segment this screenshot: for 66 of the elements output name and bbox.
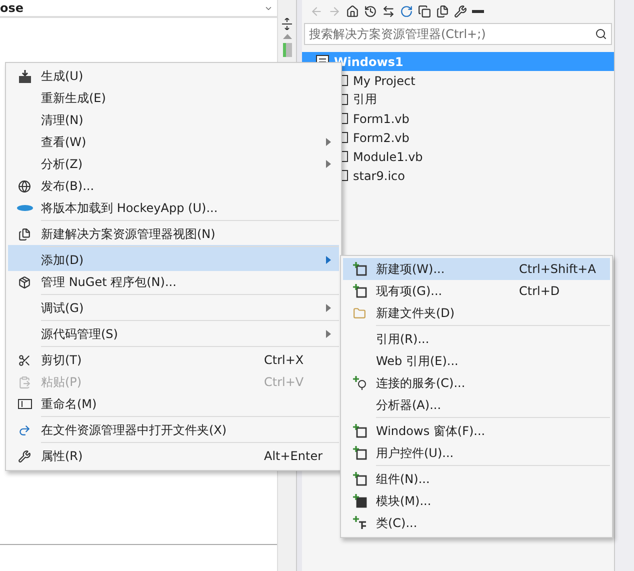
submenu-item[interactable]: 新建文件夹(D) [343,302,610,324]
home-icon [346,4,359,18]
wrench-icon [454,4,467,18]
menu-item[interactable]: 在文件资源管理器中打开文件夹(X) [8,415,339,441]
menu-item[interactable]: 添加(D) [8,245,339,271]
back-icon [310,4,323,18]
submenu-item[interactable]: 用户控件(U)... [343,442,610,464]
submenu-arrow-icon [326,160,331,168]
menu-item[interactable]: 调试(G) [8,293,339,319]
menu-item[interactable]: 将版本加载到 HockeyApp (U)... [8,197,339,219]
submenu-item[interactable]: 现有项(G)... Ctrl+D [343,280,610,302]
service-icon [352,376,366,390]
collapse-icon [418,4,431,18]
menu-item[interactable]: 管理 NuGet 程序包(N)... [8,271,339,293]
menu-item[interactable]: 新建解决方案资源管理器视图(N) [8,219,339,245]
submenu-item[interactable]: Web 引用(E)... [343,350,610,372]
folder-icon [353,306,366,320]
scroll-thumb-icon [282,43,292,57]
globe-icon [18,180,31,192]
submenu-item[interactable]: 类(C)... [343,512,610,534]
scroll-up-icon [282,34,292,39]
module-icon [352,494,366,508]
submenu-arrow-icon [326,256,331,264]
component-icon [352,472,366,486]
form-icon [352,424,366,438]
menu-item[interactable]: 查看(W) [8,131,339,153]
package-icon [18,276,31,288]
menu-item[interactable]: 重新生成(E) [8,87,339,109]
menu-item[interactable]: 属性(R) Alt+Enter [8,441,339,467]
menu-item[interactable]: 分析(Z) [8,153,339,175]
class-icon [352,516,366,530]
build-icon [18,70,32,82]
submenu-item[interactable]: 新建项(W)... Ctrl+Shift+A [343,258,610,280]
submenu-arrow-icon [326,304,331,312]
window-icon [18,228,31,240]
menu-item[interactable]: 清理(N) [8,109,339,131]
add-item-icon [352,284,366,298]
submenu-item[interactable]: 模块(M)... [343,490,610,512]
submenu-item[interactable]: 分析器(A)... [343,394,610,416]
menu-item[interactable]: 发布(B)... [8,175,339,197]
wrench-icon [18,450,31,462]
submenu-item[interactable]: 引用(R)... [343,324,610,350]
submenu-arrow-icon [326,138,331,146]
rename-icon [18,399,32,409]
scissors-icon [18,354,31,366]
search-field[interactable]: 搜索解决方案资源管理器(Ctrl+;) [304,23,612,45]
new-item-icon [352,262,366,276]
menu-item[interactable]: 重命名(M) [8,393,339,415]
control-icon [352,446,366,460]
submenu-item[interactable]: 连接的服务(C)... [343,372,610,394]
refresh-icon [400,4,413,18]
paste-icon [18,376,31,388]
submenu-item[interactable]: Windows 窗体(F)... [343,416,610,442]
sync-icon [382,4,395,18]
forward-icon [328,4,341,18]
history-icon [364,4,377,18]
submenu-item[interactable]: 组件(N)... [343,464,610,490]
disc-icon [16,205,32,211]
menu-item[interactable]: 源代码管理(S) [8,319,339,345]
redo-icon [18,424,31,436]
minus-icon [472,10,484,12]
pages-icon [436,4,449,18]
submenu-arrow-icon [326,330,331,338]
split-icon [282,18,292,30]
search-icon [595,28,607,40]
menu-item[interactable]: 剪切(T) Ctrl+X [8,345,339,371]
